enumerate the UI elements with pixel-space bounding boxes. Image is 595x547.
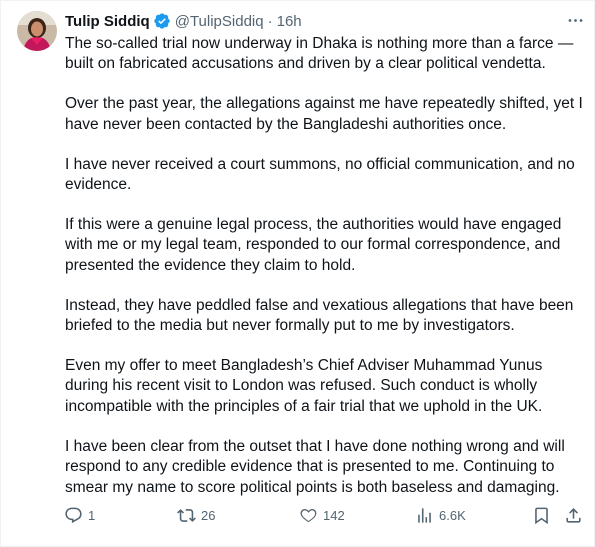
bookmark-icon (535, 507, 548, 524)
more-options-icon[interactable] (564, 10, 586, 30)
reply-button[interactable]: 1 (64, 504, 95, 526)
tweet-text: The so-called trial now underway in Dhak… (65, 34, 585, 517)
tweet-paragraph: Even my offer to meet Bangladesh’s Chief… (65, 356, 543, 415)
action-bar: 1 26 142 6.6K (64, 504, 586, 526)
share-icon (566, 507, 581, 523)
tweet-paragraph: The so-called trial now underway in Dhak… (65, 35, 574, 73)
retweet-icon (177, 508, 196, 522)
tweet-paragraph: If this were a genuine legal process, th… (65, 215, 562, 274)
author-name[interactable]: Tulip Siddiq (65, 13, 150, 30)
tweet-paragraph: I have been clear from the outset that I… (65, 437, 565, 496)
tweet-card[interactable]: Tulip Siddiq @TulipSiddiq · 16h The so-c… (0, 0, 595, 547)
tweet-paragraph: Over the past year, the allegations agai… (65, 95, 583, 133)
views-count: 6.6K (439, 507, 466, 523)
tweet-timestamp[interactable]: 16h (277, 13, 302, 30)
author-handle[interactable]: @TulipSiddiq (175, 13, 264, 30)
heart-icon (300, 508, 317, 522)
views-button[interactable]: 6.6K (415, 504, 466, 526)
tweet-header: Tulip Siddiq @TulipSiddiq · 16h (65, 10, 584, 32)
tweet-paragraph: I have never received a court summons, n… (65, 155, 575, 194)
retweet-count: 26 (201, 507, 216, 523)
verified-badge-icon (153, 12, 171, 30)
bookmark-button[interactable] (532, 504, 551, 526)
views-bar-chart-icon (418, 507, 431, 523)
reply-icon (65, 507, 82, 523)
like-count: 142 (323, 507, 345, 523)
separator-dot: · (267, 12, 273, 30)
like-button[interactable]: 142 (299, 504, 345, 526)
avatar[interactable] (17, 11, 57, 51)
tweet-paragraph: Instead, they have peddled false and vex… (65, 296, 574, 335)
share-button[interactable] (564, 504, 583, 526)
retweet-button[interactable]: 26 (177, 504, 215, 526)
reply-count: 1 (88, 507, 96, 523)
